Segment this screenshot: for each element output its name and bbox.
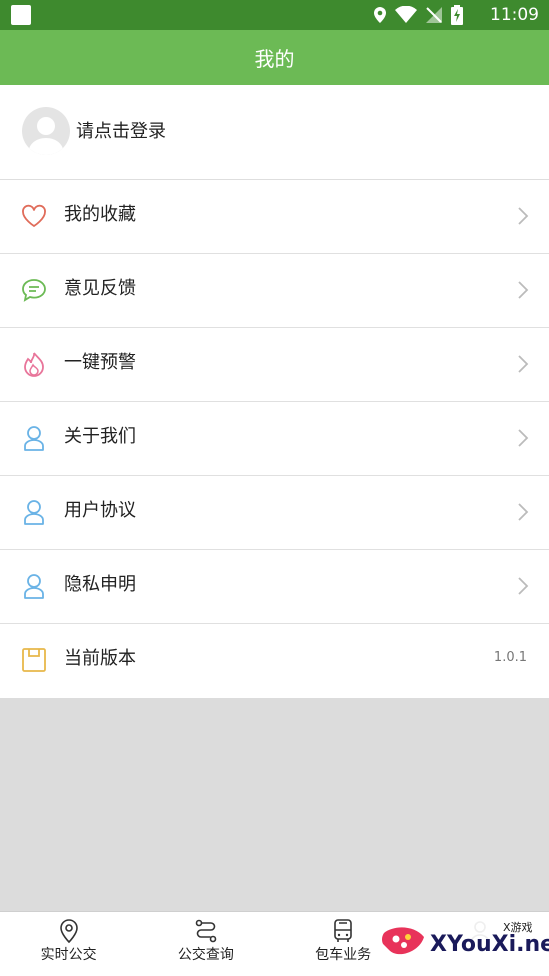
chevron-right-icon <box>518 281 529 299</box>
tab-label: 公交查询 <box>177 947 234 963</box>
default-avatar-icon <box>28 117 64 155</box>
settings-menu: 我的收藏 意见反馈 一键预警 关于我们 用户协议 隐私申明 当前版本 1.0.1 <box>0 180 549 698</box>
menu-item-feedback[interactable]: 意见反馈 <box>0 254 549 328</box>
menu-item-favorites[interactable]: 我的收藏 <box>0 180 549 254</box>
user-icon <box>24 500 44 525</box>
route-icon <box>195 919 217 943</box>
chat-icon <box>22 279 46 302</box>
menu-item-label: 意见反馈 <box>64 278 136 299</box>
status-time: 11:09 <box>490 5 539 25</box>
version-number: 1.0.1 <box>493 650 527 665</box>
menu-item-user-agreement[interactable]: 用户协议 <box>0 476 549 550</box>
menu-item-about[interactable]: 关于我们 <box>0 402 549 476</box>
bus-icon <box>334 919 352 942</box>
status-bar: 11:09 <box>0 0 549 30</box>
menu-item-version[interactable]: 当前版本 1.0.1 <box>0 624 549 698</box>
tab-bus-query[interactable]: 公交查询 <box>137 912 274 976</box>
avatar[interactable] <box>22 107 70 155</box>
login-row[interactable]: 请点击登录 <box>0 85 549 180</box>
chevron-right-icon <box>518 577 529 595</box>
login-prompt[interactable]: 请点击登录 <box>76 119 166 145</box>
menu-item-label: 隐私申明 <box>64 574 136 595</box>
notification-app-icon <box>11 5 31 25</box>
location-status-icon <box>374 7 386 23</box>
no-signal-icon <box>426 7 442 23</box>
menu-item-label: 关于我们 <box>64 426 136 447</box>
tab-label: 实时公交 <box>40 947 97 963</box>
menu-item-privacy[interactable]: 隐私申明 <box>0 550 549 624</box>
chevron-right-icon <box>518 355 529 373</box>
menu-item-label: 用户协议 <box>64 500 136 521</box>
wifi-icon <box>395 6 417 23</box>
user-icon <box>24 574 44 599</box>
heart-icon <box>22 204 46 228</box>
chevron-right-icon <box>518 207 529 225</box>
page-header: 我的 <box>0 30 549 85</box>
tab-realtime-bus[interactable]: 实时公交 <box>0 912 137 976</box>
status-icons <box>373 4 463 26</box>
watermark-text: XYouXi.net <box>430 932 549 957</box>
menu-item-alert[interactable]: 一键预警 <box>0 328 549 402</box>
menu-item-label: 我的收藏 <box>64 204 136 225</box>
page-title: 我的 <box>254 47 295 71</box>
battery-charging-icon <box>451 5 463 25</box>
location-pin-icon <box>59 919 78 944</box>
version-icon <box>22 648 46 672</box>
chevron-right-icon <box>518 503 529 521</box>
menu-item-label: 当前版本 <box>64 648 136 669</box>
menu-item-label: 一键预警 <box>64 352 136 373</box>
user-icon <box>24 426 44 451</box>
flame-icon <box>24 352 44 377</box>
chevron-right-icon <box>518 429 529 447</box>
